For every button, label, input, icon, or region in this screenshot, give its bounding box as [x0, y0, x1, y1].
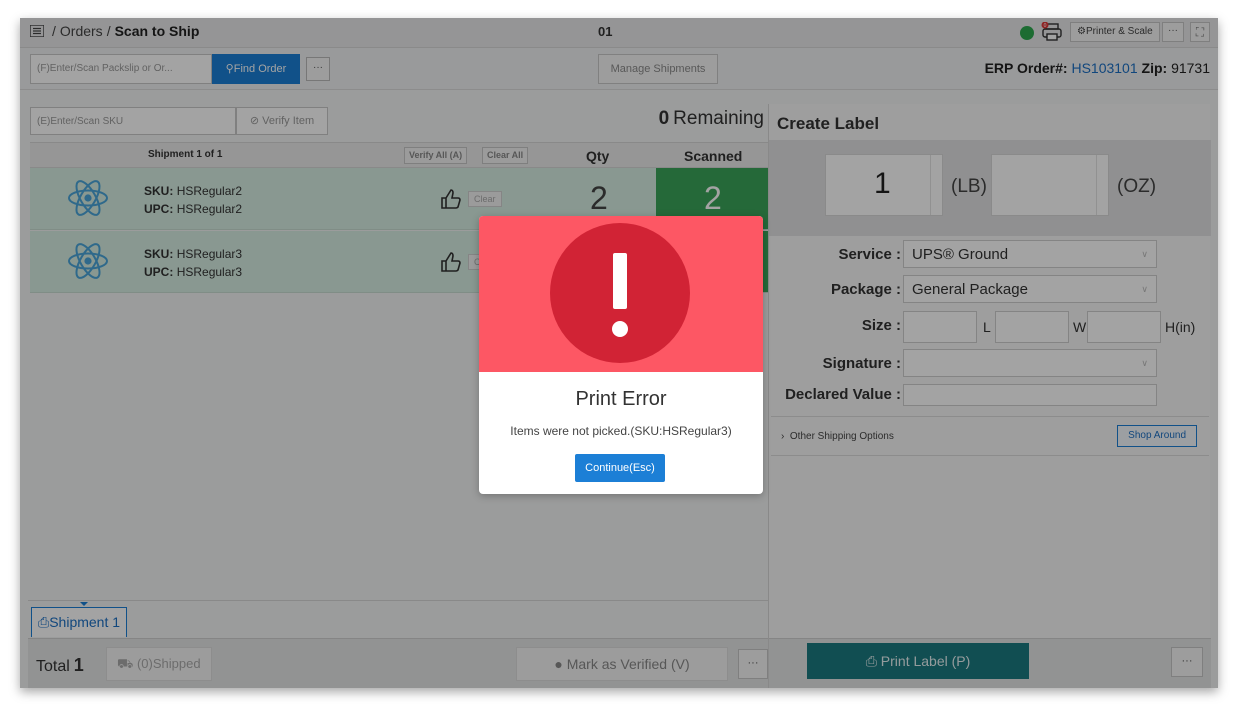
error-icon — [550, 223, 690, 363]
print-error-dialog: Print Error Items were not picked.(SKU:H… — [479, 216, 763, 494]
continue-button[interactable]: Continue(Esc) — [575, 454, 665, 482]
app-window: / Orders / Scan to Ship 01 0 ⚙Printer & Sca… — [20, 18, 1218, 688]
dialog-header — [479, 216, 763, 372]
exclamation-icon — [612, 253, 628, 337]
dialog-title: Print Error — [575, 388, 667, 410]
dialog-message: Items were not picked.(SKU:HSRegular3) — [510, 424, 732, 438]
